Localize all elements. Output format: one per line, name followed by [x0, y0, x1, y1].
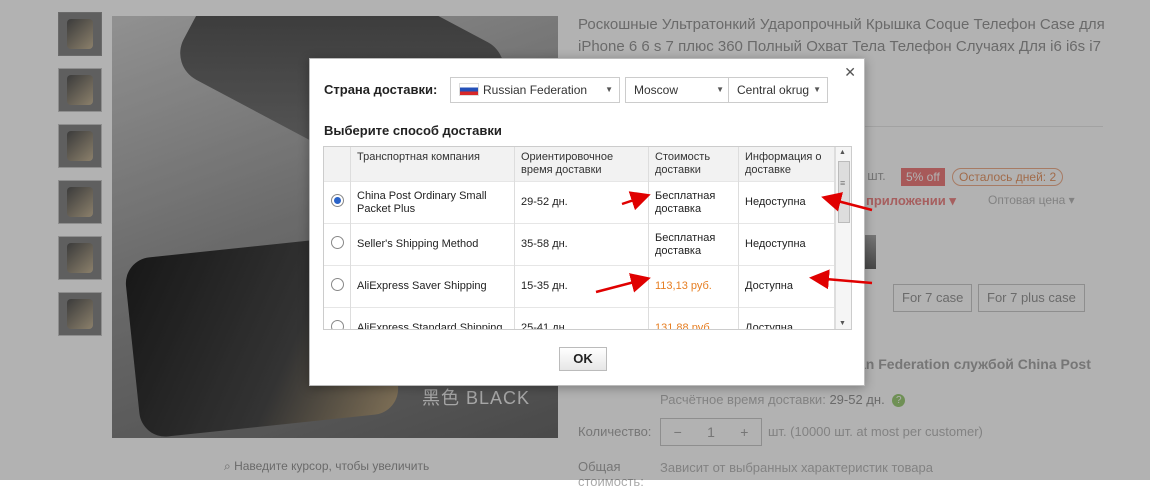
shipping-dialog: ✕ Страна доставки: Russian Federation ▼ … — [309, 58, 865, 386]
chevron-down-icon: ▼ — [813, 85, 821, 94]
shipping-table: Транспортная компания Ориентировочное вр… — [323, 146, 852, 330]
table-cell: 131,88 руб. — [648, 307, 739, 329]
table-cell: Seller's Shipping Method — [350, 223, 515, 266]
table-scrollbar[interactable]: ▲ ▼ — [835, 147, 851, 329]
city-value: Moscow — [634, 83, 679, 97]
radio-cell[interactable] — [324, 223, 351, 266]
shipping-radio[interactable] — [330, 236, 344, 249]
table-cell: Бесплатная доставка — [648, 223, 739, 266]
table-cell: Недоступна — [738, 181, 835, 224]
table-cell: Бесплатная доставка — [648, 181, 739, 224]
radio-cell[interactable] — [324, 181, 351, 224]
table-header-cell: Информация о доставке — [738, 147, 835, 182]
region-value: Central okrug — [737, 83, 810, 97]
city-select[interactable]: Moscow ▼ — [625, 77, 731, 103]
table-row[interactable]: Seller's Shipping Method 35-58 дн. Беспл… — [324, 223, 835, 266]
table-row[interactable]: AliExpress Saver Shipping 15-35 дн. 113,… — [324, 265, 835, 308]
shipping-radio[interactable] — [330, 278, 344, 291]
scroll-down-icon[interactable]: ▼ — [839, 320, 846, 327]
shipping-radio[interactable] — [330, 320, 344, 329]
close-icon[interactable]: ✕ — [844, 64, 856, 81]
table-cell: AliExpress Saver Shipping — [350, 265, 515, 308]
table-cell: 15-35 дн. — [514, 265, 649, 308]
country-selector-row: Страна доставки: Russian Federation ▼ Mo… — [324, 77, 844, 103]
country-select[interactable]: Russian Federation ▼ — [450, 77, 620, 103]
table-cell: Доступна — [738, 307, 835, 329]
table-row[interactable]: China Post Ordinary Small Packet Plus 29… — [324, 181, 835, 224]
table-cell: Недоступна — [738, 223, 835, 266]
choose-shipping-title: Выберите способ доставки — [324, 123, 502, 138]
table-cell: 29-52 дн. — [514, 181, 649, 224]
shipping-radio[interactable] — [330, 194, 344, 207]
chevron-down-icon: ▼ — [605, 85, 613, 94]
radio-cell[interactable] — [324, 265, 351, 308]
table-cell: 35-58 дн. — [514, 223, 649, 266]
russia-flag-icon — [459, 83, 479, 97]
table-header-cell: Ориентировочное время доставки — [514, 147, 649, 182]
table-cell: Доступна — [738, 265, 835, 308]
table-header-cell: Стоимость доставки — [648, 147, 739, 182]
scroll-thumb[interactable] — [838, 161, 850, 223]
chevron-down-icon: ▼ — [716, 85, 724, 94]
table-header-cell — [324, 147, 351, 182]
table-row[interactable]: AliExpress Standard Shipping 25-41 дн. 1… — [324, 307, 835, 329]
ok-button[interactable]: OK — [559, 347, 607, 371]
country-value: Russian Federation — [483, 83, 588, 97]
table-cell: China Post Ordinary Small Packet Plus — [350, 181, 515, 224]
scroll-up-icon[interactable]: ▲ — [839, 149, 846, 156]
table-cell: 25-41 дн. — [514, 307, 649, 329]
region-select[interactable]: Central okrug ▼ — [728, 77, 828, 103]
table-cell: AliExpress Standard Shipping — [350, 307, 515, 329]
table-header-cell: Транспортная компания — [350, 147, 515, 182]
radio-cell[interactable] — [324, 307, 351, 329]
table-header: Транспортная компания Ориентировочное вр… — [324, 147, 835, 182]
table-cell: 113,13 руб. — [648, 265, 739, 308]
country-label: Страна доставки: — [324, 82, 438, 97]
